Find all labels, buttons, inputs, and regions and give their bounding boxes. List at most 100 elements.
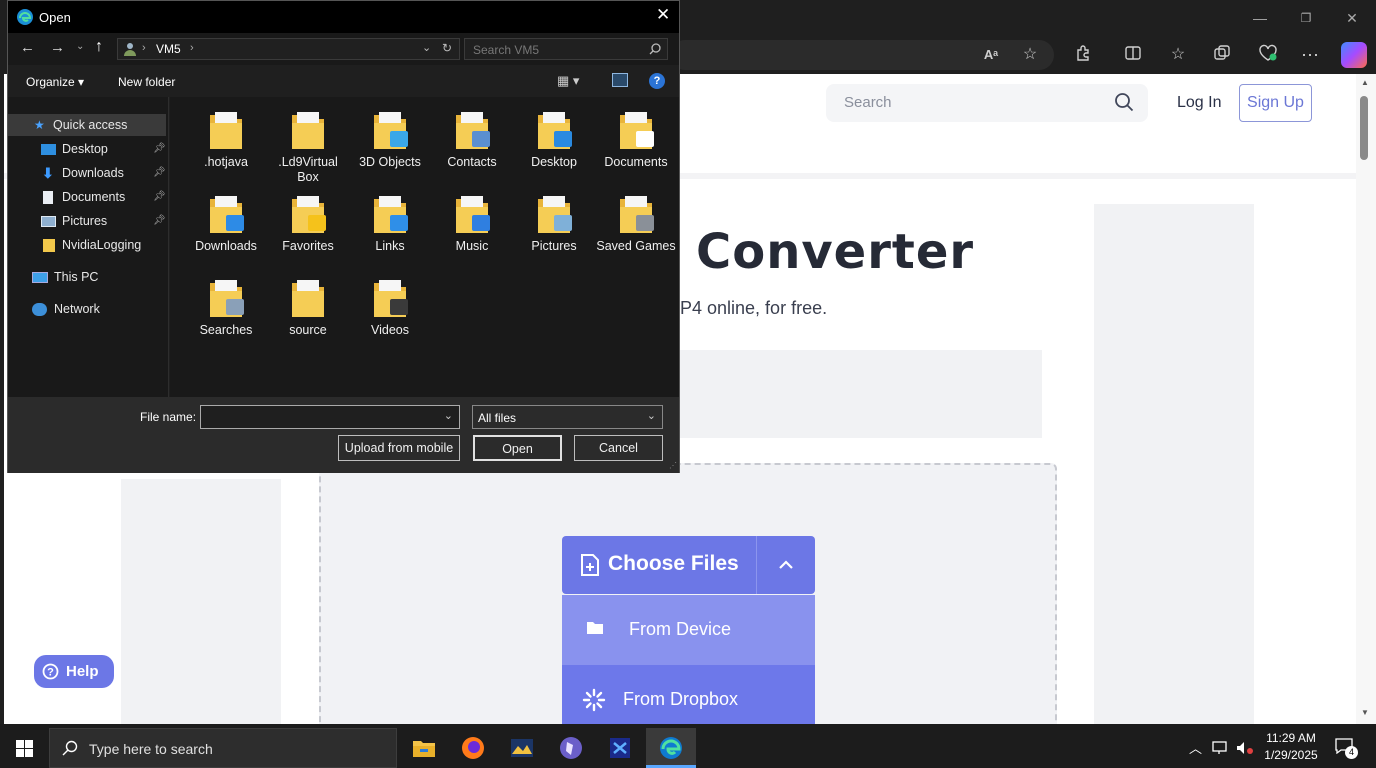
forward-arrow-icon[interactable]: → <box>50 39 65 56</box>
folder-item[interactable]: Downloads <box>186 193 266 254</box>
scroll-down-icon[interactable]: ▼ <box>1361 708 1369 717</box>
more-icon[interactable]: ⋯ <box>1297 44 1323 66</box>
scrollbar-thumb[interactable] <box>1360 96 1368 160</box>
folder-icon <box>292 112 324 149</box>
clock[interactable]: 11:29 AM 1/29/2025 <box>1262 731 1320 762</box>
signup-button[interactable]: Sign Up <box>1239 84 1312 122</box>
folder-item[interactable]: Favorites <box>268 193 348 254</box>
restore-button[interactable]: ❐ <box>1292 8 1320 28</box>
folder-item[interactable]: Music <box>432 193 512 254</box>
close-browser-button[interactable]: ✕ <box>1338 8 1366 28</box>
upload-from-mobile-button[interactable]: Upload from mobile <box>338 435 460 461</box>
search-icon[interactable] <box>1114 92 1134 112</box>
ad-placeholder <box>678 350 1042 438</box>
folder-label: source <box>289 323 327 337</box>
nav-item-quick-access[interactable]: ★ Quick access <box>8 114 166 136</box>
dialog-titlebar: Open ✕ <box>8 1 679 33</box>
login-link[interactable]: Log In <box>1177 94 1221 112</box>
read-aloud-icon[interactable]: Aᵃ <box>978 44 1004 66</box>
clock-date: 1/29/2025 <box>1264 748 1318 762</box>
nav-item-this-pc[interactable]: This PC <box>8 266 166 288</box>
file-explorer-icon[interactable] <box>410 734 438 762</box>
scroll-up-icon[interactable]: ▲ <box>1361 78 1369 87</box>
filetype-select[interactable]: All files ⌄ <box>472 405 663 429</box>
nav-item-nvidialogging[interactable]: NvidiaLogging <box>8 234 166 256</box>
help-icon[interactable]: ? <box>649 73 665 89</box>
organize-menu[interactable]: Organize ▾ <box>26 75 84 89</box>
firefox-icon[interactable] <box>459 734 487 762</box>
nav-item-desktop[interactable]: Desktop 📌︎ <box>8 138 166 160</box>
menu-item-device[interactable]: From Device <box>562 595 815 665</box>
folder-item[interactable]: 3D Objects <box>350 109 430 170</box>
help-button[interactable]: ? Help <box>34 655 114 688</box>
folder-item[interactable]: Documents <box>596 109 676 170</box>
user-folder-icon <box>124 43 136 56</box>
cancel-button[interactable]: Cancel <box>574 435 663 461</box>
nav-item-documents[interactable]: Documents 📌︎ <box>8 186 166 208</box>
back-arrow-icon[interactable]: ← <box>20 39 35 56</box>
notification-center-icon[interactable]: 4 <box>1335 738 1358 759</box>
dialog-footer: File name: ⌄ All files ⌄ Upload from mob… <box>8 397 679 473</box>
filename-input[interactable]: ⌄ <box>200 405 460 429</box>
volume-muted-icon[interactable] <box>1236 741 1254 755</box>
site-search-placeholder: Search <box>844 94 892 111</box>
folder-item[interactable]: .hotjava <box>186 109 266 170</box>
chevron-down-icon[interactable]: ⌄ <box>444 409 453 422</box>
choose-files-button[interactable]: Choose Files <box>562 536 756 594</box>
nav-item-pictures[interactable]: Pictures 📌︎ <box>8 210 166 232</box>
taskbar-search[interactable]: Type here to search <box>49 728 397 768</box>
tray-expand-icon[interactable]: ︿ <box>1189 738 1202 757</box>
folder-item[interactable]: Pictures <box>514 193 594 254</box>
nav-label: Network <box>54 302 100 316</box>
folder-item[interactable]: Desktop <box>514 109 594 170</box>
menu-item-dropbox[interactable]: From Dropbox <box>562 665 815 724</box>
browser-essentials-icon[interactable] <box>1255 44 1281 66</box>
dialog-command-bar: Organize ▾ New folder ▦ ▾ ? <box>8 67 679 97</box>
folder-item[interactable]: .Ld9Virtual Box <box>268 109 348 185</box>
split-screen-icon[interactable] <box>1120 44 1146 66</box>
path-bar[interactable]: › VM5 › ⌄ ↻ <box>117 38 460 60</box>
app-icon[interactable] <box>508 734 536 762</box>
extensions-icon[interactable] <box>1071 44 1097 66</box>
recent-locations-icon[interactable]: ⌄ <box>76 41 84 52</box>
folder-icon <box>620 196 654 233</box>
folder-label: .hotjava <box>204 155 248 169</box>
dialog-close-button[interactable]: ✕ <box>656 5 670 25</box>
view-options-icon[interactable]: ▦ ▾ <box>557 73 579 89</box>
copilot-icon[interactable] <box>1341 42 1367 68</box>
obsidian-icon[interactable] <box>557 734 585 762</box>
resize-grip-icon[interactable]: ⋰ <box>669 461 677 470</box>
pin-icon: 📌︎ <box>153 191 166 202</box>
folder-item[interactable]: Saved Games <box>596 193 676 254</box>
folder-label: Desktop <box>531 155 577 169</box>
minimize-button[interactable]: — <box>1246 8 1274 28</box>
open-button[interactable]: Open <box>473 435 562 461</box>
preview-pane-icon[interactable] <box>612 73 628 87</box>
site-search-input[interactable]: Search <box>826 84 1148 122</box>
folder-item[interactable]: source <box>268 277 348 338</box>
file-add-icon <box>581 554 599 576</box>
windows-start-icon[interactable] <box>16 740 33 757</box>
refresh-icon[interactable]: ↻ <box>442 41 452 55</box>
folder-icon <box>538 112 572 149</box>
favorites-icon[interactable]: ☆ <box>1165 44 1191 66</box>
edge-icon[interactable] <box>657 734 685 762</box>
new-folder-button[interactable]: New folder <box>118 75 175 89</box>
path-segment-vm5[interactable]: VM5 <box>156 42 181 56</box>
nav-item-downloads[interactable]: ⬇ Downloads 📌︎ <box>8 162 166 184</box>
toggle-sources-button[interactable] <box>756 536 815 594</box>
dialog-search-input[interactable]: Search VM5 <box>464 38 668 60</box>
up-arrow-icon[interactable]: ↑ <box>95 38 103 56</box>
nav-item-network[interactable]: Network <box>8 298 166 320</box>
folder-item[interactable]: Searches <box>186 277 266 338</box>
page-scrollbar[interactable]: ▲ ▼ <box>1356 74 1376 724</box>
folder-item[interactable]: Contacts <box>432 109 512 170</box>
favorite-star-icon[interactable]: ☆ <box>1017 44 1043 66</box>
network-icon[interactable] <box>1212 741 1230 755</box>
folder-item[interactable]: Links <box>350 193 430 254</box>
folder-item[interactable]: Videos <box>350 277 430 338</box>
path-dropdown-icon[interactable]: ⌄ <box>422 41 431 54</box>
visual-studio-icon[interactable] <box>606 734 634 762</box>
folder-icon <box>374 112 408 149</box>
collections-icon[interactable] <box>1209 44 1235 66</box>
